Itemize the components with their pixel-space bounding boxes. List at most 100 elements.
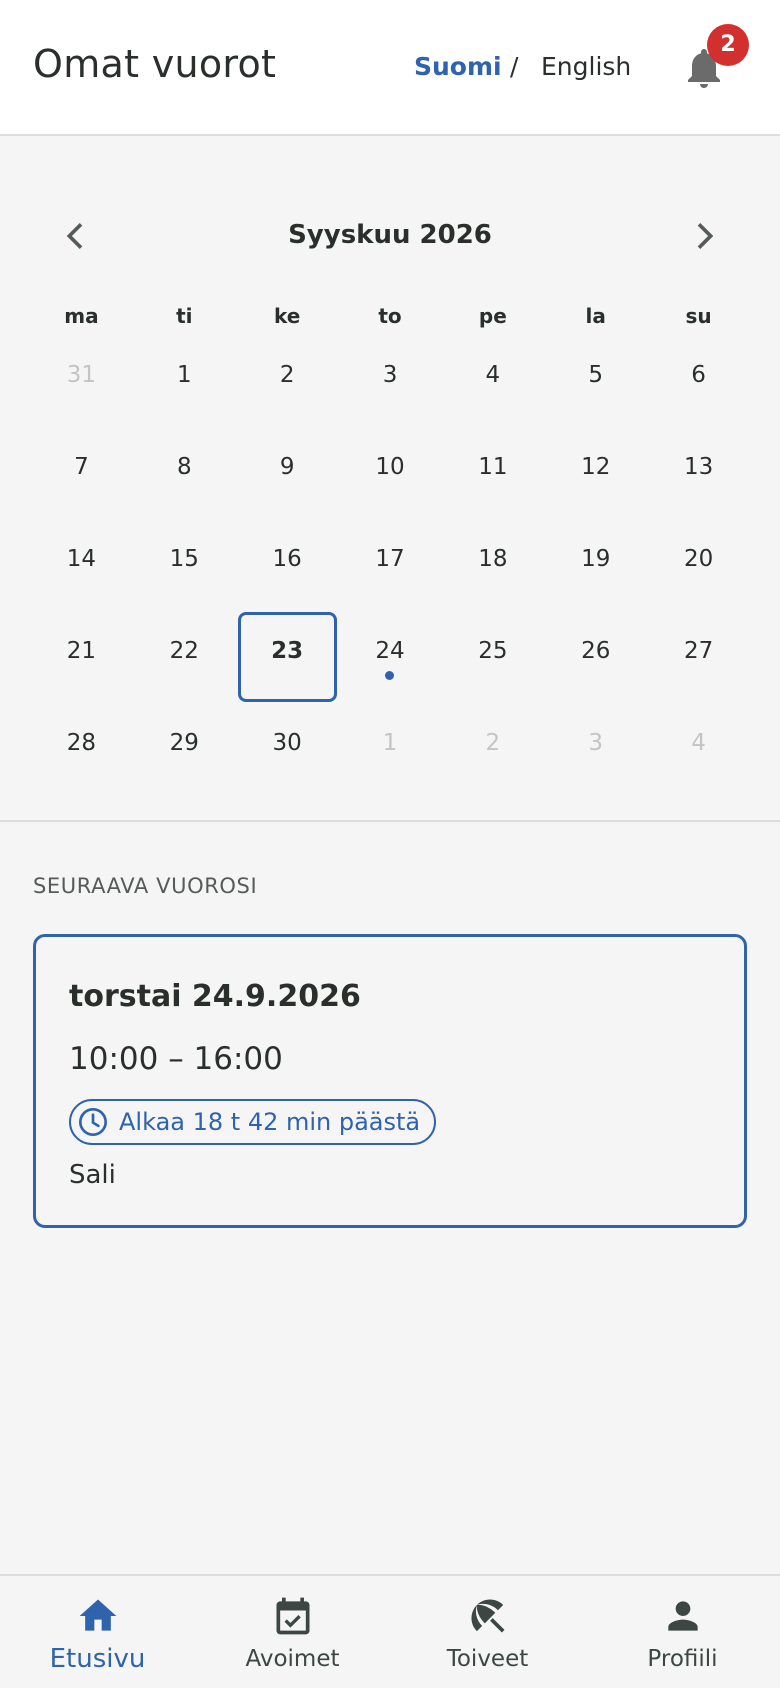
nav-open-shifts-label: Avoimet <box>245 1646 340 1672</box>
day-number: 28 <box>66 730 97 756</box>
calendar-day-outside-month[interactable]: 3 <box>544 704 647 796</box>
calendar-week-row: 7 8 9 10 11 12 13 <box>30 428 750 520</box>
calendar-day[interactable]: 10 <box>339 428 442 520</box>
day-number: 21 <box>66 638 97 664</box>
calendar-day[interactable]: 11 <box>441 428 544 520</box>
day-number: 1 <box>176 362 192 388</box>
day-number: 8 <box>176 454 192 480</box>
day-number: 19 <box>581 546 611 572</box>
day-number: 15 <box>169 546 199 572</box>
beach-umbrella-icon <box>471 1599 504 1633</box>
nav-wishes[interactable]: Toiveet <box>390 1576 585 1688</box>
calendar-day[interactable]: 4 <box>441 336 544 428</box>
calendar-day-outside-month[interactable]: 2 <box>441 704 544 796</box>
next-month-button[interactable] <box>684 216 724 256</box>
calendar-check-icon <box>276 1597 309 1635</box>
calendar-day[interactable]: 9 <box>236 428 339 520</box>
calendar-day[interactable]: 29 <box>133 704 236 796</box>
calendar-day[interactable]: 5 <box>544 336 647 428</box>
bottom-navigation: Etusivu Avoimet Toiveet Profiili <box>0 1574 780 1688</box>
calendar-day[interactable]: 12 <box>544 428 647 520</box>
calendar-day[interactable]: 28 <box>30 704 133 796</box>
weekday-label: ke <box>273 304 301 328</box>
language-finnish-link[interactable]: Suomi <box>414 52 502 81</box>
calendar-day[interactable]: 2 <box>236 336 339 428</box>
calendar-day[interactable]: 14 <box>30 520 133 612</box>
weekday-label: su <box>685 304 712 328</box>
calendar-day[interactable]: 30 <box>236 704 339 796</box>
shift-date: torstai 24.9.2026 <box>69 979 361 1014</box>
nav-open-shifts[interactable]: Avoimet <box>195 1576 390 1688</box>
day-number: 31 <box>66 362 97 388</box>
month-calendar: Syyskuu 2026 ma ti ke to pe la su 31 1 2 3 4 5 6 7 8 9 1… <box>0 136 780 822</box>
day-number: 26 <box>581 638 611 664</box>
calendar-day[interactable]: 7 <box>30 428 133 520</box>
calendar-day[interactable]: 26 <box>544 612 647 704</box>
day-number: 4 <box>485 362 501 388</box>
shift-time: 10:00 – 16:00 <box>69 1041 283 1077</box>
calendar-day[interactable]: 1 <box>133 336 236 428</box>
nav-home[interactable]: Etusivu <box>0 1576 195 1688</box>
calendar-day-outside-month[interactable]: 1 <box>339 704 442 796</box>
day-grid: 31 1 2 3 4 5 6 7 8 9 10 11 12 13 14 15 16 17 18 19 20 21 22 23 2… <box>30 336 750 796</box>
calendar-week-row: 28 29 30 1 2 3 4 <box>30 704 750 796</box>
weekday-label: to <box>378 304 402 328</box>
day-number: 1 <box>382 730 398 756</box>
calendar-day-outside-month[interactable]: 4 <box>647 704 750 796</box>
day-number: 22 <box>169 638 199 664</box>
calendar-day[interactable]: 20 <box>647 520 750 612</box>
calendar-week-row: 31 1 2 3 4 5 6 <box>30 336 750 428</box>
day-number: 13 <box>683 454 714 480</box>
starts-in-chip: Alkaa 18 t 42 min päästä <box>69 1099 437 1145</box>
day-number: 30 <box>272 730 302 756</box>
calendar-day[interactable]: 27 <box>647 612 750 704</box>
calendar-day[interactable]: 24 <box>339 612 442 704</box>
calendar-day[interactable]: 15 <box>133 520 236 612</box>
calendar-day-outside-month[interactable]: 31 <box>30 336 133 428</box>
next-shift-heading: SEURAAVA VUOROSI <box>33 874 258 898</box>
day-number: 18 <box>478 546 508 572</box>
day-number: 2 <box>485 730 501 756</box>
next-shift-card[interactable]: torstai 24.9.2026 10:00 – 16:00 Alkaa 18… <box>33 934 747 1228</box>
calendar-day[interactable]: 21 <box>30 612 133 704</box>
nav-wishes-label: Toiveet <box>446 1646 529 1672</box>
calendar-week-row: 14 15 16 17 18 19 20 <box>30 520 750 612</box>
language-english-link[interactable]: English <box>541 52 631 81</box>
day-number: 5 <box>588 362 604 388</box>
day-number: 6 <box>691 362 706 388</box>
day-number: 23 <box>271 638 304 664</box>
calendar-day[interactable]: 25 <box>441 612 544 704</box>
calendar-day[interactable]: 13 <box>647 428 750 520</box>
day-number: 10 <box>375 454 405 480</box>
calendar-day[interactable]: 19 <box>544 520 647 612</box>
calendar-day[interactable]: 22 <box>133 612 236 704</box>
chevron-right-icon <box>697 223 714 249</box>
home-icon <box>79 1599 116 1631</box>
day-number: 9 <box>279 454 295 480</box>
day-number: 17 <box>375 546 405 572</box>
shift-location: Sali <box>69 1160 116 1190</box>
calendar-day[interactable]: 16 <box>236 520 339 612</box>
day-number: 24 <box>375 638 405 664</box>
day-number: 29 <box>169 730 199 756</box>
app-header: Omat vuorot Suomi / English 2 <box>0 0 780 136</box>
day-number: 16 <box>272 546 302 572</box>
calendar-day-today[interactable]: 23 <box>236 612 339 704</box>
day-number: 25 <box>478 638 508 664</box>
shift-indicator-dot <box>385 671 394 680</box>
weekday-label: ma <box>64 304 99 328</box>
notification-badge: 2 <box>707 24 749 66</box>
calendar-day[interactable]: 3 <box>339 336 442 428</box>
language-separator: / <box>510 52 519 81</box>
nav-profile[interactable]: Profiili <box>585 1576 780 1688</box>
calendar-day[interactable]: 18 <box>441 520 544 612</box>
calendar-day[interactable]: 8 <box>133 428 236 520</box>
nav-profile-label: Profiili <box>647 1646 718 1672</box>
calendar-day[interactable]: 17 <box>339 520 442 612</box>
page-title: Omat vuorot <box>33 42 277 86</box>
day-number: 7 <box>74 454 89 480</box>
day-number: 12 <box>581 454 611 480</box>
calendar-day[interactable]: 6 <box>647 336 750 428</box>
day-number: 14 <box>66 546 97 572</box>
weekday-header: ma ti ke to pe la su <box>30 304 750 328</box>
